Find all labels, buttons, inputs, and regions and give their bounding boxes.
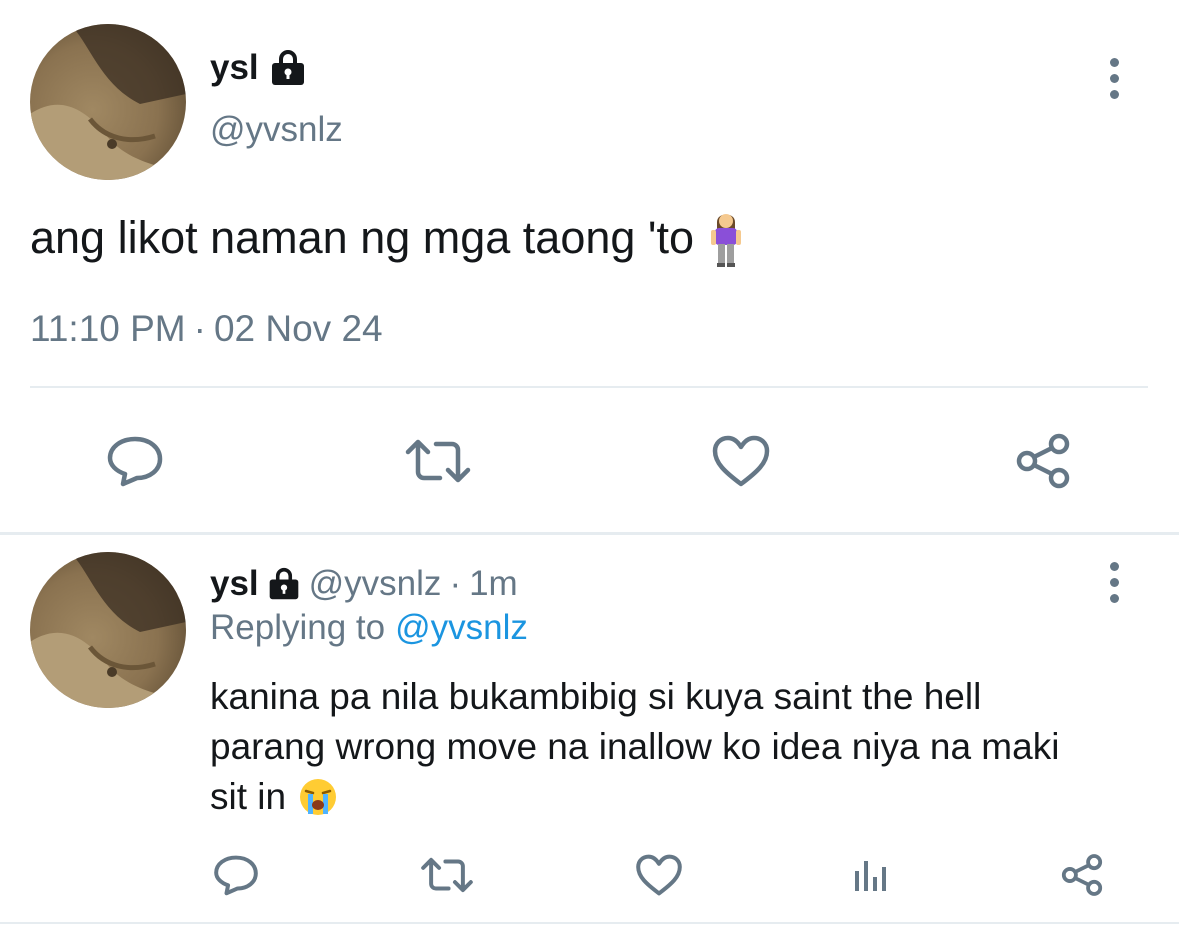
like-button[interactable]	[633, 850, 685, 900]
like-button[interactable]	[708, 430, 774, 492]
divider	[0, 532, 1179, 535]
author-name[interactable]: ysl	[210, 48, 259, 88]
lock-icon	[267, 567, 301, 601]
tweet-time: 11:10 PM	[30, 308, 186, 349]
reply-icon	[214, 855, 258, 896]
author-handle[interactable]: @yvsnlz	[309, 564, 442, 604]
share-icon	[1016, 433, 1070, 489]
reply-text-line: parang wrong move na inallow ko idea niy…	[210, 726, 1060, 767]
retweet-icon	[421, 857, 473, 893]
reply-text-line: sit in	[210, 776, 287, 817]
tweet-date: 02 Nov 24	[213, 308, 383, 349]
share-button[interactable]	[1010, 430, 1076, 492]
retweet-button[interactable]	[402, 430, 474, 492]
retweet-button[interactable]	[418, 850, 476, 900]
tweet-text: ang likot naman ng mga taong 'to	[30, 212, 695, 263]
more-options-button[interactable]	[1107, 58, 1121, 99]
divider	[0, 922, 1179, 924]
avatar[interactable]	[30, 552, 186, 708]
analytics-button[interactable]	[845, 850, 895, 900]
divider	[30, 386, 1148, 388]
reply-text-line: kanina pa nila bukambibig si kuya saint …	[210, 676, 982, 717]
like-icon	[636, 854, 682, 896]
woman-standing-emoji	[708, 208, 744, 268]
lock-icon	[269, 49, 307, 87]
analytics-icon	[855, 861, 886, 891]
share-button[interactable]	[1056, 850, 1108, 900]
loudly-crying-face-emoji	[298, 777, 338, 817]
reply-button[interactable]	[100, 430, 170, 492]
meta-separator: ·	[449, 564, 462, 603]
author-handle[interactable]: @yvsnlz	[210, 110, 343, 150]
share-icon	[1061, 854, 1103, 896]
tweet-age: 1m	[469, 564, 518, 603]
more-options-button[interactable]	[1107, 562, 1121, 603]
author-name[interactable]: ysl	[210, 564, 259, 604]
avatar[interactable]	[30, 24, 186, 180]
retweet-icon	[405, 439, 471, 483]
replying-to-label: Replying to	[210, 608, 386, 647]
reply-icon	[107, 436, 163, 487]
like-icon	[712, 435, 770, 487]
reply-button[interactable]	[210, 850, 262, 900]
meta-separator: ·	[193, 308, 206, 349]
replying-to-link[interactable]: @yvsnlz	[395, 608, 528, 648]
